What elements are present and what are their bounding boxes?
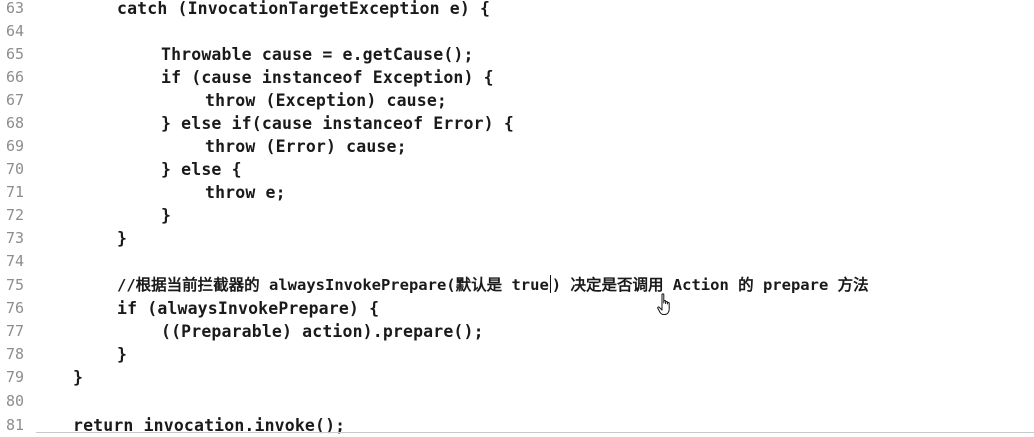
line-number: 66	[6, 68, 25, 86]
line-number: 78	[6, 345, 25, 363]
line-number: 71	[6, 183, 25, 201]
line-code[interactable]: }	[161, 204, 171, 227]
line-code[interactable]: throw (Exception) cause;	[205, 89, 447, 112]
code-line: 70 } else {	[0, 158, 1034, 181]
line-code[interactable]: } else if(cause instanceof Error) {	[161, 112, 514, 135]
code-line: 74	[0, 250, 1034, 273]
line-code[interactable]: throw (Error) cause;	[205, 135, 407, 158]
line-number: 79	[6, 368, 25, 386]
line-number: 64	[6, 22, 25, 40]
line-code[interactable]: return invocation.invoke();	[73, 414, 345, 437]
line-number: 65	[6, 45, 25, 63]
code-line: 69 throw (Error) cause;	[0, 135, 1034, 158]
line-number: 67	[6, 91, 25, 109]
comment-text-before-caret: //根据当前拦截器的 alwaysInvokePrepare(默认是 true	[117, 276, 549, 294]
code-line: 64	[0, 20, 1034, 43]
line-code[interactable]: catch (InvocationTargetException e) {	[117, 0, 490, 20]
line-number: 80	[6, 392, 25, 410]
line-code[interactable]: if (cause instanceof Exception) {	[161, 66, 494, 89]
code-line: 72 }	[0, 204, 1034, 227]
code-line: 68 } else if(cause instanceof Error) {	[0, 112, 1034, 135]
code-line: 65 Throwable cause = e.getCause();	[0, 43, 1034, 66]
line-code[interactable]: Throwable cause = e.getCause();	[161, 43, 474, 66]
line-code[interactable]: ((Preparable) action).prepare();	[161, 320, 484, 343]
line-code[interactable]: throw e;	[205, 181, 286, 204]
line-number: 75	[6, 276, 25, 294]
line-number: 63	[6, 0, 25, 17]
comment-line[interactable]: //根据当前拦截器的 alwaysInvokePrepare(默认是 true)…	[117, 274, 869, 297]
line-number: 77	[6, 322, 25, 340]
comment-text-after-caret: ) 决定是否调用 Action 的 prepare 方法	[551, 276, 869, 294]
line-number: 74	[6, 252, 25, 270]
code-editor[interactable]: 63 catch (InvocationTargetException e) {…	[0, 0, 1034, 437]
line-number: 72	[6, 206, 25, 224]
line-code[interactable]: }	[73, 366, 83, 389]
code-line: 73 }	[0, 227, 1034, 250]
line-number: 81	[6, 416, 25, 434]
line-number: 70	[6, 160, 25, 178]
line-number: 76	[6, 299, 25, 317]
code-line: 81 return invocation.invoke();	[0, 414, 1034, 437]
code-line: 75 //根据当前拦截器的 alwaysInvokePrepare(默认是 tr…	[0, 274, 1034, 297]
code-line: 78 }	[0, 343, 1034, 366]
line-code[interactable]: if (alwaysInvokePrepare) {	[117, 297, 379, 320]
editor-bottom-border	[36, 432, 1034, 433]
code-line: 79 }	[0, 366, 1034, 389]
code-line: 67 throw (Exception) cause;	[0, 89, 1034, 112]
code-line: 66 if (cause instanceof Exception) {	[0, 66, 1034, 89]
code-line: 63 catch (InvocationTargetException e) {	[0, 0, 1034, 20]
code-line: 80	[0, 390, 1034, 413]
hand-pointer-icon	[657, 293, 670, 315]
line-number: 73	[6, 229, 25, 247]
line-number: 68	[6, 114, 25, 132]
code-line: 76 if (alwaysInvokePrepare) {	[0, 297, 1034, 320]
code-line: 77 ((Preparable) action).prepare();	[0, 320, 1034, 343]
text-caret	[549, 275, 551, 293]
line-code[interactable]: } else {	[161, 158, 242, 181]
line-code[interactable]: }	[117, 227, 127, 250]
line-code[interactable]: }	[117, 343, 127, 366]
line-number: 69	[6, 137, 25, 155]
code-line: 71 throw e;	[0, 181, 1034, 204]
